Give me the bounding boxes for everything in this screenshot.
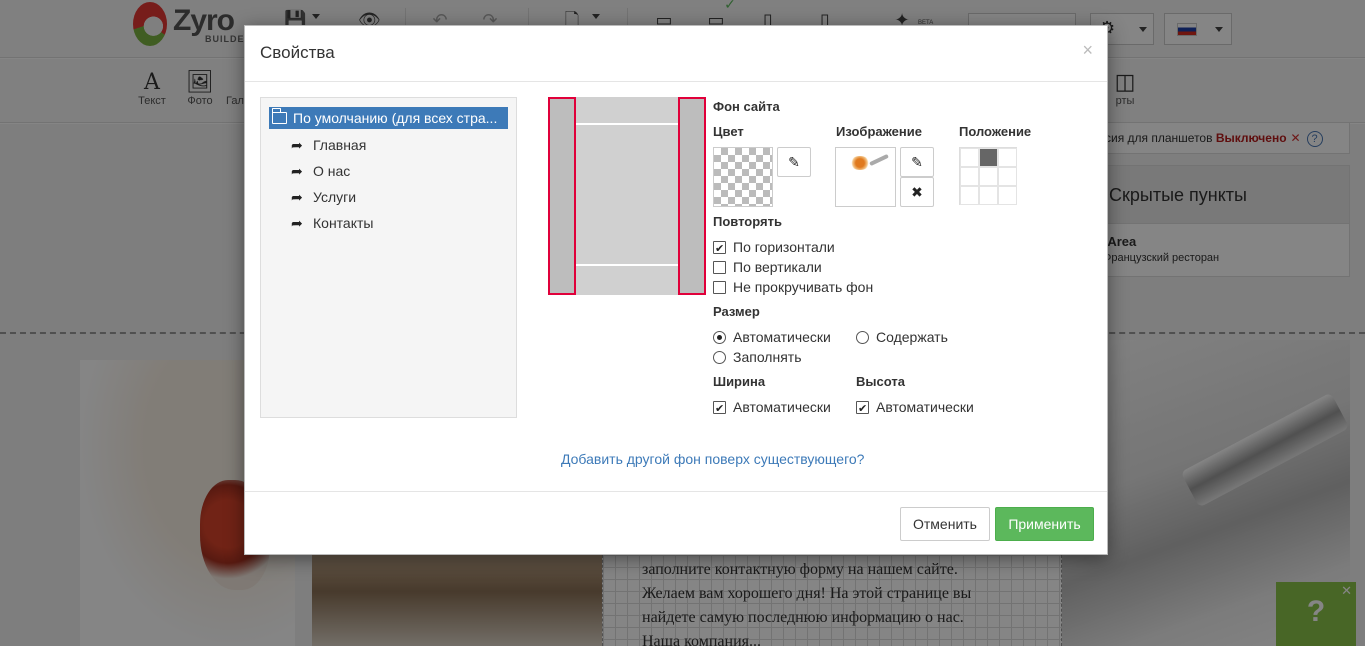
repeat-horizontal-checkbox[interactable]: По горизонтали [713,238,835,258]
size-auto-radio[interactable]: Автоматически [713,328,831,346]
add-background-link[interactable]: Добавить другой фон поверх существующего… [561,451,864,467]
checkbox-label: Автоматически [733,399,831,415]
position-cell[interactable] [979,167,998,186]
page-tree: По умолчанию (для всех стра... ➦ Главная … [260,97,517,418]
tree-item-label: Главная [313,137,367,153]
color-swatch[interactable] [713,147,773,207]
position-cell[interactable] [960,148,979,167]
color-label: Цвет [713,124,744,139]
tree-root-label: По умолчанию (для всех стра... [293,110,498,126]
tree-item-contacts[interactable]: ➦ Контакты [291,213,373,233]
position-label: Положение [959,124,1032,139]
pencil-icon: ✎ [788,154,800,170]
share-arrow-icon: ➦ [291,215,303,231]
thumbnail-food [850,156,870,170]
size-contain-radio[interactable]: Содержать [856,328,948,346]
repeat-title: Повторять [713,214,782,229]
checkbox-icon [713,261,726,274]
tree-item-home[interactable]: ➦ Главная [291,135,366,155]
size-fill-radio[interactable]: Заполнять [713,348,802,366]
position-grid [959,147,1017,205]
site-background-title: Фон сайта [713,99,780,114]
height-auto-checkbox[interactable]: Автоматически [856,398,974,418]
pencil-icon: ✎ [911,154,923,170]
checkbox-icon [713,281,726,294]
preview-header-divider [576,123,678,125]
preview-left-background[interactable] [548,97,576,295]
radio-icon [856,331,869,344]
position-cell[interactable] [960,186,979,205]
position-cell[interactable] [998,167,1017,186]
tree-item-services[interactable]: ➦ Услуги [291,187,356,207]
checkbox-icon [856,400,869,418]
radio-label: Содержать [876,329,948,345]
radio-icon [713,331,726,344]
dialog-footer: Отменить Применить [245,491,1107,554]
preview-footer-divider [576,264,678,266]
share-arrow-icon: ➦ [291,137,303,153]
checkbox-icon [713,240,726,258]
tree-item-label: Контакты [313,215,374,231]
preview-page-area [576,97,678,295]
cancel-button[interactable]: Отменить [900,507,990,541]
radio-label: Автоматически [733,329,831,345]
checkbox-label: Автоматически [876,399,974,415]
layout-preview [548,97,706,295]
share-arrow-icon: ➦ [291,189,303,205]
height-title: Высота [856,374,905,389]
position-cell[interactable] [979,148,998,167]
dialog-header: Свойства × [245,26,1107,82]
width-title: Ширина [713,374,766,389]
share-arrow-icon: ➦ [291,163,303,179]
edit-image-button[interactable]: ✎ [900,147,934,177]
radio-icon [713,351,726,364]
checkbox-icon [713,400,726,418]
fixed-background-checkbox[interactable]: Не прокручивать фон [713,278,873,296]
checkbox-label: По вертикали [733,259,822,275]
tree-item-default[interactable]: По умолчанию (для всех стра... [269,107,508,129]
radio-label: Заполнять [733,349,802,365]
repeat-vertical-checkbox[interactable]: По вертикали [713,258,822,276]
background-image-thumbnail[interactable] [835,147,896,207]
position-cell[interactable] [998,186,1017,205]
apply-button[interactable]: Применить [995,507,1094,541]
edit-color-button[interactable]: ✎ [777,147,811,177]
position-cell[interactable] [960,167,979,186]
position-cell[interactable] [979,186,998,205]
close-icon: ✖ [911,184,923,200]
remove-image-button[interactable]: ✖ [900,177,934,207]
checkbox-label: Не прокручивать фон [733,279,874,295]
checkbox-label: По горизонтали [733,239,835,255]
width-auto-checkbox[interactable]: Автоматически [713,398,831,418]
folder-icon [271,108,287,124]
image-label: Изображение [836,124,922,139]
dialog-title: Свойства [260,43,335,62]
size-title: Размер [713,304,760,319]
tree-item-label: Услуги [313,189,357,205]
position-cell[interactable] [998,148,1017,167]
thumbnail-fork [869,153,889,167]
tree-item-label: О нас [313,163,351,179]
close-icon[interactable]: × [1082,40,1093,61]
properties-dialog: Свойства × По умолчанию (для всех стра..… [244,25,1108,555]
tree-item-about[interactable]: ➦ О нас [291,161,350,181]
preview-right-background[interactable] [678,97,706,295]
